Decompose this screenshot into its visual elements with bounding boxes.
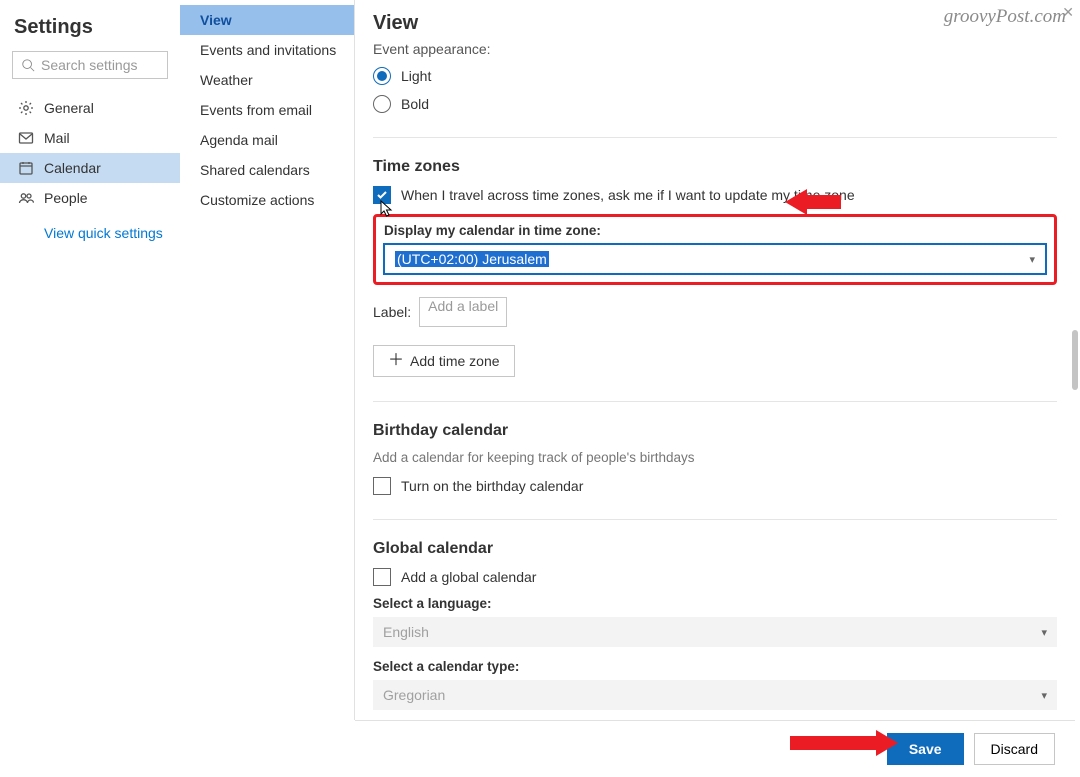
section-timezones: Time zones bbox=[373, 158, 1057, 176]
nav-label: People bbox=[44, 190, 88, 206]
radio-light-label: Light bbox=[401, 68, 431, 84]
search-input[interactable]: Search settings bbox=[12, 51, 168, 79]
nav-item-general[interactable]: General bbox=[0, 93, 180, 123]
discard-button[interactable]: Discard bbox=[974, 733, 1055, 765]
search-placeholder: Search settings bbox=[41, 57, 138, 73]
scrollbar-thumb[interactable] bbox=[1072, 330, 1078, 390]
nav-label: Calendar bbox=[44, 160, 101, 176]
global-language-select: English ▾ bbox=[373, 617, 1057, 647]
add-timezone-button[interactable]: ＋ Add time zone bbox=[373, 345, 515, 377]
nav-item-people[interactable]: People bbox=[0, 183, 180, 213]
tab-shared-calendars[interactable]: Shared calendars bbox=[180, 155, 354, 185]
nav-item-mail[interactable]: Mail bbox=[0, 123, 180, 153]
checkbox-travel-timezone[interactable] bbox=[373, 186, 391, 204]
tab-agenda-mail[interactable]: Agenda mail bbox=[180, 125, 354, 155]
watermark: groovyPost.com bbox=[944, 6, 1066, 28]
tz-label-input[interactable]: Add a label bbox=[419, 297, 507, 327]
global-type-label: Select a calendar type: bbox=[373, 659, 1057, 674]
view-quick-settings-link[interactable]: View quick settings bbox=[0, 225, 180, 241]
settings-title: Settings bbox=[0, 10, 180, 51]
tab-events-invitations[interactable]: Events and invitations bbox=[180, 35, 354, 65]
global-type-select: Gregorian ▾ bbox=[373, 680, 1057, 710]
tz-label-label: Label: bbox=[373, 304, 411, 320]
section-global: Global calendar bbox=[373, 540, 1057, 558]
chevron-down-icon: ▾ bbox=[1029, 253, 1035, 266]
timezone-select[interactable]: (UTC+02:00) Jerusalem ▾ bbox=[384, 244, 1046, 274]
tz-label-placeholder: Add a label bbox=[428, 298, 498, 314]
nav-label: General bbox=[44, 100, 94, 116]
display-tz-label: Display my calendar in time zone: bbox=[384, 223, 1046, 238]
add-timezone-label: Add time zone bbox=[410, 353, 500, 369]
checkbox-global-label: Add a global calendar bbox=[401, 569, 536, 585]
plus-icon: ＋ bbox=[388, 353, 404, 369]
calendar-icon bbox=[18, 160, 34, 176]
global-language-value: English bbox=[383, 624, 429, 640]
search-icon bbox=[21, 58, 35, 72]
global-type-value: Gregorian bbox=[383, 687, 445, 703]
event-appearance-heading: Event appearance: bbox=[373, 41, 1057, 57]
check-icon bbox=[376, 189, 388, 201]
global-language-label: Select a language: bbox=[373, 596, 1057, 611]
birthday-desc: Add a calendar for keeping track of peop… bbox=[373, 450, 1057, 465]
mail-icon bbox=[18, 130, 34, 146]
tab-weather[interactable]: Weather bbox=[180, 65, 354, 95]
checkbox-travel-label: When I travel across time zones, ask me … bbox=[401, 187, 855, 203]
checkbox-global[interactable] bbox=[373, 568, 391, 586]
chevron-down-icon: ▾ bbox=[1041, 626, 1047, 639]
radio-light[interactable] bbox=[373, 67, 391, 85]
radio-bold-label: Bold bbox=[401, 96, 429, 112]
checkbox-birthday-label: Turn on the birthday calendar bbox=[401, 478, 583, 494]
tab-customize-actions[interactable]: Customize actions bbox=[180, 185, 354, 215]
nav-item-calendar[interactable]: Calendar bbox=[0, 153, 180, 183]
people-icon bbox=[18, 190, 34, 206]
checkbox-birthday[interactable] bbox=[373, 477, 391, 495]
tab-view[interactable]: View bbox=[180, 5, 354, 35]
tab-events-from-email[interactable]: Events from email bbox=[180, 95, 354, 125]
nav-label: Mail bbox=[44, 130, 70, 146]
gear-icon bbox=[18, 100, 34, 116]
highlight-box-timezone: Display my calendar in time zone: (UTC+0… bbox=[373, 214, 1057, 285]
save-button[interactable]: Save bbox=[887, 733, 964, 765]
timezone-value: (UTC+02:00) Jerusalem bbox=[395, 251, 549, 267]
chevron-down-icon: ▾ bbox=[1041, 689, 1047, 702]
section-birthday: Birthday calendar bbox=[373, 422, 1057, 440]
radio-bold[interactable] bbox=[373, 95, 391, 113]
